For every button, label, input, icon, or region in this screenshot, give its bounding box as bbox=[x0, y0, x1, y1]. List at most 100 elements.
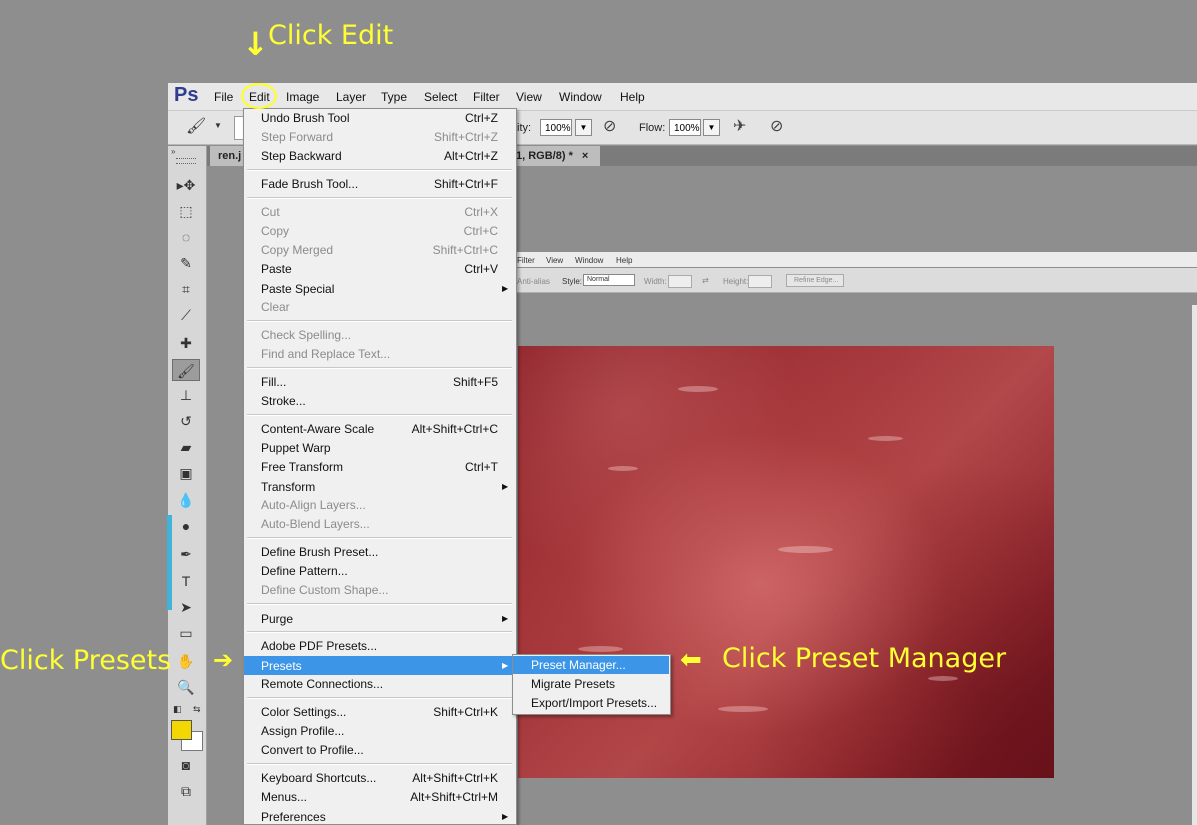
pressure-opacity-icon[interactable]: ⊘ bbox=[603, 116, 616, 136]
brush-tool-icon[interactable]: 🖌 bbox=[172, 359, 200, 381]
menu-item-content-aware-scale[interactable]: Content-Aware Scale bbox=[261, 422, 374, 436]
hand-tool-icon[interactable]: ✋ bbox=[172, 650, 200, 672]
texture-speck bbox=[778, 546, 833, 553]
menu-item-copy[interactable]: Copy bbox=[261, 224, 289, 238]
menu-select[interactable]: Select bbox=[424, 90, 457, 104]
menu-item-define-brush[interactable]: Define Brush Preset... bbox=[261, 545, 378, 559]
menu-item-preferences[interactable]: Preferences bbox=[261, 810, 326, 824]
crop-tool-icon[interactable]: ⌗ bbox=[172, 278, 200, 300]
brush-preset-icon[interactable]: 🖌 bbox=[186, 116, 206, 136]
panel-grip[interactable] bbox=[176, 158, 196, 164]
history-brush-tool-icon[interactable]: ↺ bbox=[172, 410, 200, 432]
menu-item-find-replace[interactable]: Find and Replace Text... bbox=[261, 347, 390, 361]
opacity-dropdown-icon[interactable]: ▼ bbox=[575, 119, 592, 136]
healing-brush-tool-icon[interactable]: ✚ bbox=[172, 332, 200, 354]
menu-item-pdf-presets[interactable]: Adobe PDF Presets... bbox=[261, 639, 377, 653]
opacity-input[interactable]: 100% bbox=[540, 119, 572, 136]
menu-item-puppet-warp[interactable]: Puppet Warp bbox=[261, 441, 331, 455]
menu-item-define-custom-shape[interactable]: Define Custom Shape... bbox=[261, 583, 388, 597]
menu-item-step-backward[interactable]: Step Backward bbox=[261, 149, 342, 163]
menu-item-step-forward[interactable]: Step Forward bbox=[261, 130, 333, 144]
menu-item-free-transform[interactable]: Free Transform bbox=[261, 460, 343, 474]
eraser-tool-icon[interactable]: ▰ bbox=[172, 436, 200, 458]
menu-item-undo[interactable]: Undo Brush Tool bbox=[261, 111, 350, 125]
menu-item-auto-blend[interactable]: Auto-Blend Layers... bbox=[261, 517, 370, 531]
foreground-color-swatch[interactable] bbox=[171, 720, 192, 740]
menu-type[interactable]: Type bbox=[381, 90, 407, 104]
menu-item-copy-merged[interactable]: Copy Merged bbox=[261, 243, 333, 257]
swap-colors-icon[interactable]: ⇆ bbox=[193, 704, 201, 715]
menu-layer[interactable]: Layer bbox=[336, 90, 366, 104]
eyedropper-tool-icon[interactable]: ⟋ bbox=[172, 304, 200, 326]
menu-item-define-pattern[interactable]: Define Pattern... bbox=[261, 564, 348, 578]
pressure-size-icon[interactable]: ⊘ bbox=[770, 116, 783, 136]
menu-item-paste-special[interactable]: Paste Special bbox=[261, 282, 334, 296]
menu-item-assign-profile[interactable]: Assign Profile... bbox=[261, 724, 344, 738]
inner-refine-edge-label: Refine Edge... bbox=[794, 277, 839, 284]
dodge-tool-icon[interactable]: ● bbox=[172, 515, 200, 537]
flow-dropdown-icon[interactable]: ▼ bbox=[703, 119, 720, 136]
menu-item-purge[interactable]: Purge bbox=[261, 612, 293, 626]
menu-help[interactable]: Help bbox=[620, 90, 645, 104]
blur-tool-icon[interactable]: 💧 bbox=[172, 489, 200, 511]
inner-menu-window: Window bbox=[575, 256, 604, 265]
submenu-item-export-import-presets[interactable]: Export/Import Presets... bbox=[531, 696, 657, 710]
quick-mask-icon[interactable]: ◙ bbox=[172, 754, 200, 776]
menu-filter[interactable]: Filter bbox=[473, 90, 500, 104]
default-colors-icon[interactable]: ◧ bbox=[173, 704, 182, 715]
panel-collapse-icon[interactable]: » bbox=[171, 147, 175, 156]
menu-item-check-spelling[interactable]: Check Spelling... bbox=[261, 328, 351, 342]
inner-style-select: Normal bbox=[583, 274, 635, 286]
inner-menu-help: Help bbox=[616, 256, 633, 265]
menu-separator bbox=[247, 763, 512, 765]
move-tool-icon[interactable]: ▸✥ bbox=[172, 174, 200, 196]
type-tool-icon[interactable]: T bbox=[172, 570, 200, 592]
menu-item-presets[interactable]: Presets bbox=[261, 659, 302, 673]
zoom-tool-icon[interactable]: 🔍 bbox=[172, 676, 200, 698]
path-selection-tool-icon[interactable]: ➤ bbox=[172, 596, 200, 618]
menu-file[interactable]: File bbox=[214, 90, 233, 104]
menu-view[interactable]: View bbox=[516, 90, 542, 104]
screen-mode-icon[interactable]: ⧉ bbox=[172, 780, 200, 802]
menu-item-auto-align[interactable]: Auto-Align Layers... bbox=[261, 498, 366, 512]
menu-separator bbox=[247, 320, 512, 322]
menu-item-color-settings[interactable]: Color Settings... bbox=[261, 705, 346, 719]
inner-menu-view: View bbox=[546, 256, 564, 265]
menu-item-fill[interactable]: Fill... bbox=[261, 375, 286, 389]
menu-item-keyboard-shortcuts[interactable]: Keyboard Shortcuts... bbox=[261, 771, 376, 785]
chevron-down-icon[interactable]: ▼ bbox=[214, 121, 222, 130]
menu-item-transform[interactable]: Transform bbox=[261, 480, 315, 494]
pen-tool-icon[interactable]: ✒ bbox=[172, 543, 200, 565]
menu-item-clear[interactable]: Clear bbox=[261, 300, 290, 314]
menu-item-paste[interactable]: Paste bbox=[261, 262, 292, 276]
document-tab-2[interactable]: 1, RGB/8) * × bbox=[508, 146, 600, 166]
menu-window[interactable]: Window bbox=[559, 90, 602, 104]
menu-separator bbox=[247, 697, 512, 699]
flow-input[interactable]: 100% bbox=[669, 119, 701, 136]
submenu-item-preset-manager[interactable]: Preset Manager... bbox=[531, 658, 626, 672]
marquee-tool-icon[interactable]: ⬚ bbox=[172, 200, 200, 222]
shortcut-undo: Ctrl+Z bbox=[465, 111, 498, 125]
texture-speck bbox=[718, 706, 768, 712]
menu-item-cut[interactable]: Cut bbox=[261, 205, 280, 219]
airbrush-icon[interactable]: ✈ bbox=[733, 116, 746, 136]
close-icon[interactable]: × bbox=[582, 150, 588, 162]
swap-icon: ⇄ bbox=[702, 276, 709, 285]
gradient-tool-icon[interactable]: ▣ bbox=[172, 462, 200, 484]
menu-separator bbox=[247, 537, 512, 539]
document-tab-1[interactable]: ren.j bbox=[210, 146, 246, 166]
menu-image[interactable]: Image bbox=[286, 90, 319, 104]
menu-separator bbox=[247, 367, 512, 369]
submenu-item-migrate-presets[interactable]: Migrate Presets bbox=[531, 677, 615, 691]
opacity-label: ity: bbox=[517, 122, 532, 134]
menu-item-convert-profile[interactable]: Convert to Profile... bbox=[261, 743, 364, 757]
inner-width-input bbox=[668, 275, 692, 288]
menu-item-stroke[interactable]: Stroke... bbox=[261, 394, 306, 408]
menu-item-fade[interactable]: Fade Brush Tool... bbox=[261, 177, 358, 191]
clone-stamp-tool-icon[interactable]: ⊥ bbox=[172, 384, 200, 406]
menu-item-remote-connections[interactable]: Remote Connections... bbox=[261, 677, 383, 691]
lasso-tool-icon[interactable]: ◌ bbox=[172, 226, 200, 248]
menu-item-menus[interactable]: Menus... bbox=[261, 790, 307, 804]
quick-select-tool-icon[interactable]: ✎ bbox=[172, 252, 200, 274]
rectangle-tool-icon[interactable]: ▭ bbox=[172, 622, 200, 644]
